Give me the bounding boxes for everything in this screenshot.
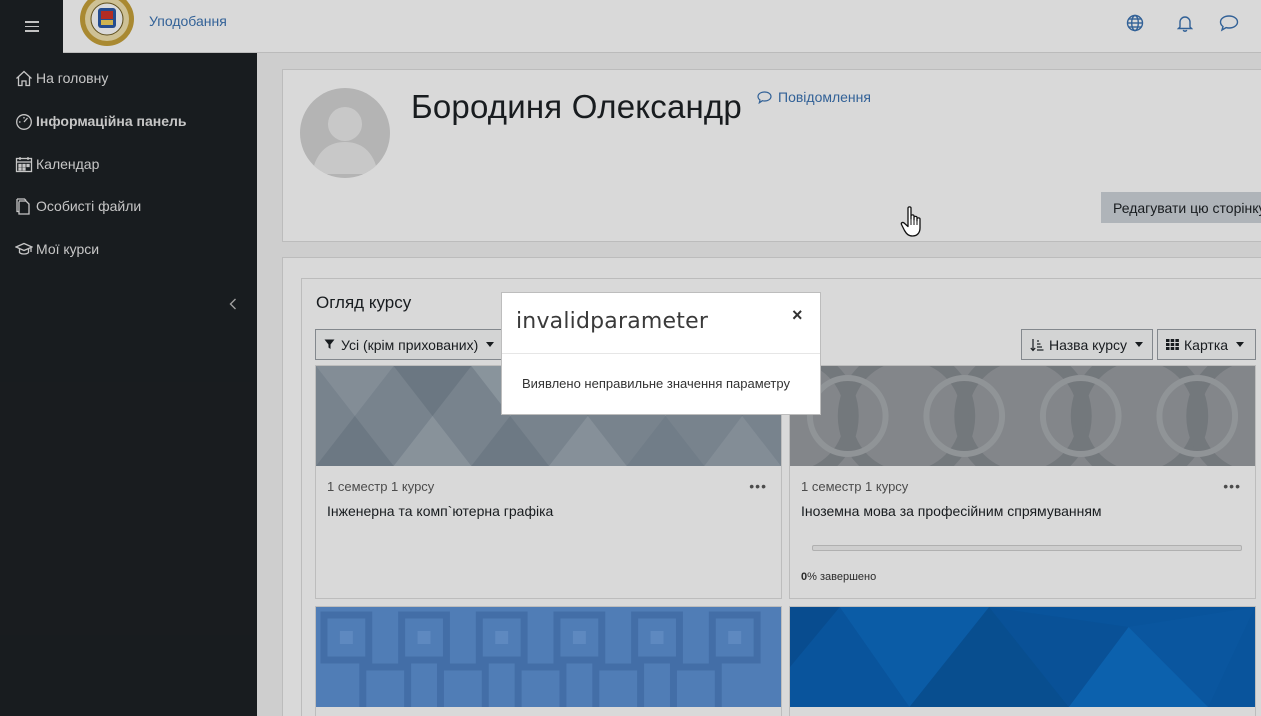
dialog-message: Виявлено неправильне значення параметру (522, 376, 790, 391)
dialog-divider (502, 353, 820, 354)
close-icon[interactable]: × (792, 305, 803, 326)
error-dialog: invalidparameter × Виявлено неправильне … (501, 292, 821, 415)
hand-cursor-icon (900, 205, 926, 244)
dialog-title: invalidparameter (516, 309, 709, 334)
